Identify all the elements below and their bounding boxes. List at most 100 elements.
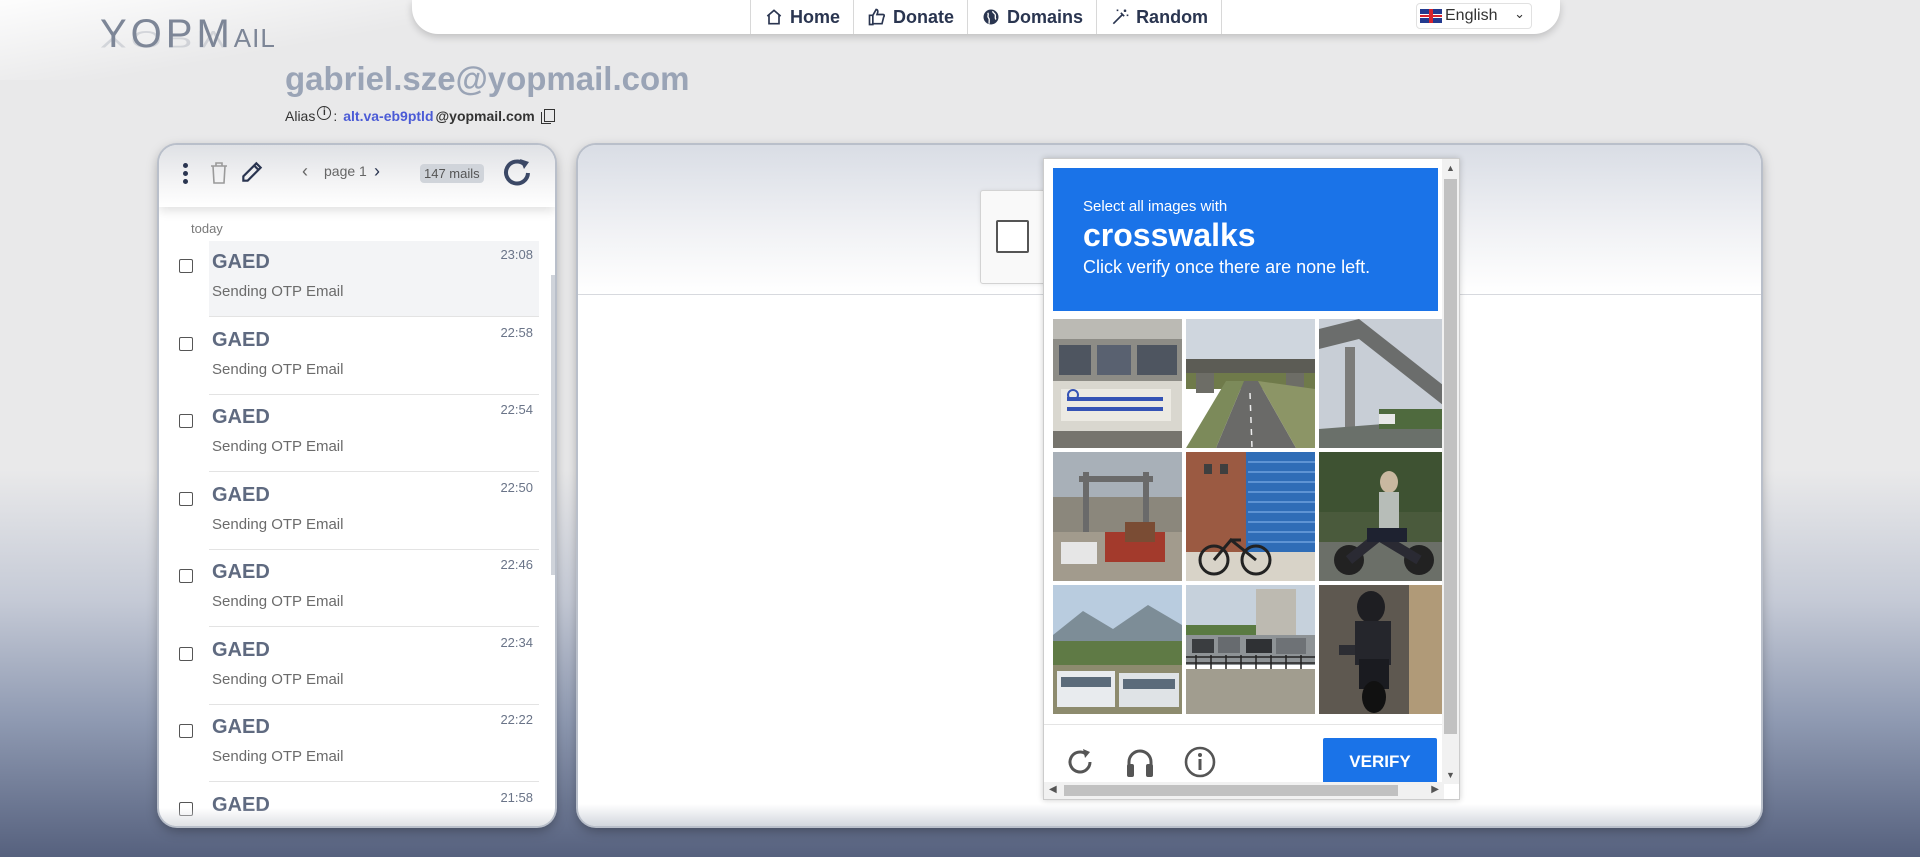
mail-subject: Sending OTP Email (212, 438, 344, 455)
image-tile[interactable] (1319, 452, 1448, 581)
info-icon[interactable]: i (317, 106, 332, 120)
image-tile[interactable] (1186, 319, 1315, 448)
globe-icon (983, 9, 999, 25)
compose-pencil-icon[interactable] (239, 159, 265, 185)
mail-time: 21:58 (500, 789, 533, 805)
mail-subject: Sending OTP Email (212, 360, 344, 378)
mail-list-item[interactable]: GAED Sending OTP Email 23:08 (159, 241, 539, 318)
nav-donate-button[interactable]: Donate (853, 0, 967, 34)
logo-text-small: AIL (233, 23, 276, 53)
nav-domains-button[interactable]: Domains (967, 0, 1096, 34)
home-icon (766, 9, 782, 25)
challenge-intro: Select all images with (1083, 198, 1228, 215)
mail-select-checkbox[interactable] (179, 491, 193, 506)
scroll-thumb-horizontal[interactable] (1064, 785, 1398, 796)
mail-select-checkbox[interactable] (179, 336, 193, 351)
challenge-vertical-scrollbar[interactable]: ▲ ▼ (1442, 159, 1459, 784)
mail-select-checkbox[interactable] (179, 569, 193, 583)
challenge-header: Select all images with crosswalks Click … (1053, 168, 1438, 311)
inbox-toolbar: ‹ page 1 › 147 mails (159, 145, 555, 207)
inbox-bottom-fade (159, 808, 555, 826)
nav-donate-label: Donate (893, 6, 955, 27)
mail-sender: GAED (212, 561, 270, 583)
mail-sender: GAED (212, 251, 270, 273)
chevron-down-icon: ⌄ (1514, 6, 1525, 21)
mail-list-item[interactable]: GAED Sending OTP Email 22:50 (159, 474, 539, 551)
language-select[interactable]: English ⌄ (1416, 3, 1532, 29)
mail-list-item[interactable]: GAED Sending OTP Email 22:58 (159, 319, 539, 396)
mail-list-item[interactable]: GAED Sending OTP Email 22:54 (159, 396, 539, 473)
magic-wand-icon (1112, 9, 1129, 25)
mail-time: 22:22 (500, 712, 533, 727)
nav-home-button[interactable]: Home (750, 0, 853, 34)
nav-random-button[interactable]: Random (1096, 0, 1223, 34)
mail-time: 23:08 (500, 247, 533, 262)
logo-reflection: YOPM (100, 25, 234, 52)
image-tile[interactable] (1186, 452, 1315, 581)
viewer-bottom-fade (578, 804, 1761, 826)
language-selected: English (1445, 7, 1498, 24)
mail-select-checkbox[interactable] (179, 724, 193, 738)
mail-subject: Sending OTP Email (212, 748, 344, 765)
alias-name[interactable]: alt.va-eb9ptld (343, 108, 433, 124)
mailbox-address: gabriel.sze@yopmail.com (285, 60, 690, 97)
mail-sender: GAED (212, 328, 270, 351)
image-tile[interactable] (1053, 319, 1182, 448)
next-page-icon[interactable]: › (374, 161, 380, 182)
mail-time: 22:46 (500, 557, 533, 572)
mail-list-item[interactable]: GAED Sending OTP Email 22:22 (159, 706, 539, 783)
scroll-left-arrow-icon[interactable]: ◀ (1049, 784, 1057, 795)
image-tile[interactable] (1186, 585, 1315, 714)
mail-list-item[interactable]: GAED Sending OTP Email 22:46 (159, 551, 539, 628)
mail-subject: Sending OTP Email (212, 593, 344, 610)
verify-button[interactable]: VERIFY (1323, 738, 1437, 786)
more-options-icon[interactable] (183, 163, 189, 185)
headphones-icon[interactable] (1123, 745, 1157, 779)
reload-icon[interactable] (1063, 745, 1097, 779)
previous-page-icon[interactable]: ‹ (302, 161, 308, 182)
scroll-right-arrow-icon[interactable]: ▶ (1431, 784, 1439, 795)
nav-items: Home Donate Domains Random (750, 0, 1223, 34)
uk-flag-icon (1420, 9, 1442, 23)
mail-sender: GAED (212, 483, 270, 506)
copy-icon[interactable] (540, 108, 555, 124)
alias-separator: : (333, 108, 338, 124)
mail-select-checkbox[interactable] (179, 414, 193, 428)
nav-domains-label: Domains (1007, 6, 1084, 27)
top-navigation: Home Donate Domains Random English ⌄ (412, 0, 1560, 34)
refresh-icon[interactable] (500, 155, 534, 191)
mail-select-checkbox[interactable] (179, 259, 193, 273)
mail-time: 22:54 (500, 402, 533, 417)
nav-home-label: Home (790, 6, 841, 27)
trash-icon[interactable] (210, 162, 228, 184)
challenge-note: Click verify once there are none left. (1083, 257, 1371, 277)
challenge-target: crosswalks (1083, 217, 1256, 253)
challenge-horizontal-scrollbar[interactable]: ◀ ▶ (1044, 782, 1444, 799)
scroll-down-arrow-icon[interactable]: ▼ (1446, 770, 1455, 780)
scroll-up-arrow-icon[interactable]: ▲ (1446, 163, 1455, 173)
mail-count-badge: 147 mails (420, 164, 484, 183)
captcha-challenge: Select all images with crosswalks Click … (1043, 158, 1460, 800)
nav-random-label: Random (1136, 6, 1209, 27)
inbox-scrollbar[interactable] (551, 275, 555, 575)
alias-line: Alias i : alt.va-eb9ptld @yopmail.com (285, 106, 555, 124)
image-tile[interactable] (1319, 585, 1448, 714)
scroll-thumb[interactable] (1444, 179, 1457, 734)
page-label: page 1 (324, 163, 367, 179)
image-tile[interactable] (1053, 452, 1182, 581)
mail-sender: GAED (212, 716, 270, 738)
mail-sender: GAED (212, 638, 270, 661)
thumbs-up-icon (868, 8, 886, 26)
mail-subject: Sending OTP Email (212, 670, 344, 688)
image-tile[interactable] (1319, 319, 1448, 448)
alias-domain: @yopmail.com (435, 108, 535, 124)
captcha-checkbox[interactable] (996, 220, 1029, 253)
mail-list-item[interactable]: GAED Sending OTP Email 22:34 (159, 629, 539, 706)
mail-sender: GAED (212, 406, 270, 428)
image-tile[interactable] (1053, 585, 1182, 714)
mail-select-checkbox[interactable] (179, 646, 193, 661)
mail-subject: Sending OTP Email (212, 283, 344, 300)
mail-time: 22:34 (500, 634, 533, 650)
inbox-list: today GAED Sending OTP Email 23:08 GAED Send… (159, 207, 555, 826)
info-icon[interactable] (1183, 745, 1217, 779)
